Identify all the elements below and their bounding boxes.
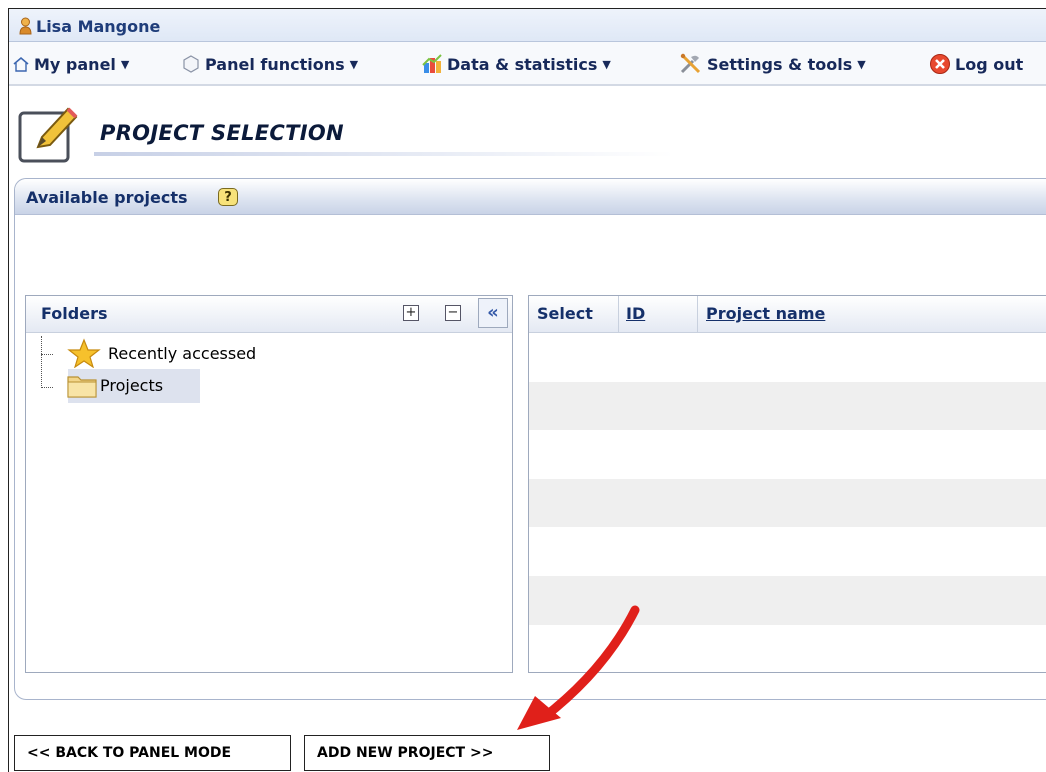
column-divider [618,296,619,332]
folders-panel: Folders + − « Recently accessed Projects [25,295,513,673]
chart-icon [422,54,442,73]
chevron-down-icon: ▼ [602,57,611,71]
menu-settings-tools[interactable]: Settings & tools ▼ [679,52,866,76]
menu-settings-tools-label: Settings & tools [707,54,853,74]
menu-data-statistics-label: Data & statistics [447,54,598,74]
folder-icon [67,376,97,398]
logout-icon [930,54,950,74]
expand-all-button[interactable]: + [403,305,419,321]
star-icon [67,338,101,368]
grid-header: Select ID Project name [529,296,1046,333]
chevron-down-icon: ▼ [857,57,866,71]
table-row [529,333,1046,382]
column-project-name[interactable]: Project name [706,304,825,323]
home-icon [13,56,29,72]
user-name[interactable]: Lisa Mangone [36,17,160,36]
chevron-down-icon: ▼ [349,57,359,71]
hide-folders-button[interactable]: « [478,298,508,328]
menu-log-out-label: Log out [955,54,1024,74]
tree-item-recently-accessed[interactable]: Recently accessed [66,338,256,368]
table-row [529,430,1046,479]
column-id[interactable]: ID [626,304,645,323]
table-row [529,381,1046,431]
tree-item-projects[interactable]: Projects [66,371,163,399]
menu-my-panel[interactable]: My panel ▼ [12,52,129,76]
menu-panel-functions-label: Panel functions [205,54,345,74]
panel-header-label: Available projects [26,188,188,207]
tree-connector [41,354,53,355]
column-divider [697,296,698,332]
menu-my-panel-label: My panel [34,54,116,74]
page-title: PROJECT SELECTION [100,121,344,145]
tree-item-label: Recently accessed [108,343,257,363]
user-bar: Lisa Mangone [9,9,1046,42]
annotation-arrow [517,605,640,730]
main-menu-bar: My panel ▼ Panel functions ▼ Data & stat… [9,42,1046,86]
folders-header: Folders + − « [26,296,512,333]
chevron-down-icon: ▼ [120,57,130,71]
folders-header-label: Folders [41,304,108,323]
table-row [529,527,1046,576]
tree-item-label: Projects [100,375,164,395]
hexagon-icon [183,55,199,73]
pencil-edit-icon [18,107,78,163]
collapse-all-button[interactable]: − [445,305,461,321]
back-to-panel-mode-button[interactable]: << BACK TO PANEL MODE [14,735,291,771]
menu-data-statistics[interactable]: Data & statistics ▼ [421,52,611,76]
column-select: Select [537,304,593,323]
user-icon [19,17,32,35]
table-row [529,478,1046,528]
title-underline [94,152,674,156]
panel-header: Available projects ? [15,179,1046,215]
tools-icon [680,53,701,74]
add-new-project-button[interactable]: ADD NEW PROJECT >> [304,735,550,771]
menu-panel-functions[interactable]: Panel functions ▼ [181,52,358,76]
tree-connector [41,387,53,388]
menu-log-out[interactable]: Log out [929,52,1023,76]
help-icon[interactable]: ? [218,188,238,206]
tree-connector [41,336,42,388]
